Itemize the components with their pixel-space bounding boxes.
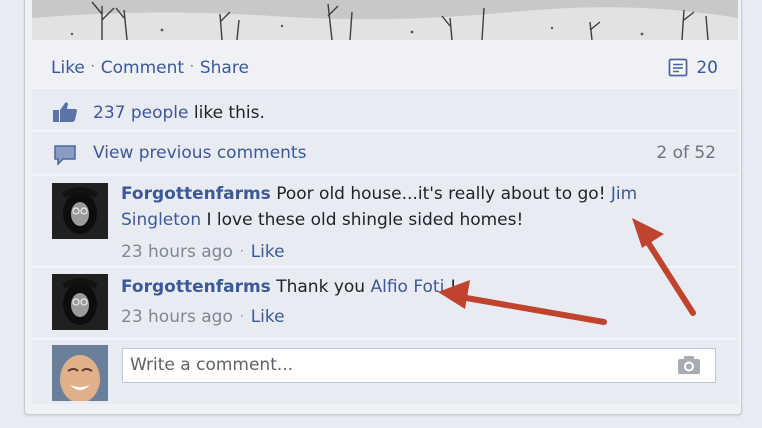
comment-input[interactable]: Write a comment... [122,348,716,383]
comment-like-link[interactable]: Like [251,307,285,327]
avatar-photo [52,183,108,239]
action-links: Like · Comment · Share [51,58,249,78]
avatar-photo [52,345,108,401]
share-link[interactable]: Share [200,58,249,78]
comment-like-link[interactable]: Like [251,242,285,262]
post-actions-bar: Like · Comment · Share 20 [32,44,738,91]
comment-text: Poor old house...it's really about to go… [270,184,611,204]
comment-composer: Write a comment... [32,340,738,404]
comment-input-placeholder: Write a comment... [130,355,294,375]
view-previous-comments-link[interactable]: View previous comments [93,143,306,163]
comment-body: Forgottenfarms Thank you Alfio Foti ! 23… [121,274,698,331]
post-photo[interactable] [32,0,738,40]
comment-item: Forgottenfarms Thank you Alfio Foti ! 23… [32,268,738,339]
comment-meta: 23 hours ago · Like [121,239,698,266]
likes-people-link[interactable]: 237 people [93,103,188,123]
comment-link[interactable]: Comment [101,58,184,78]
separator-dot: · [239,244,244,258]
comment-item: Forgottenfarms Poor old house...it's rea… [32,176,738,267]
likes-row: 237 people like this. [32,92,738,131]
comment-text: I love these old shingle sided homes! [201,210,524,230]
avatar[interactable] [52,183,108,239]
comment-count[interactable]: 20 [668,58,718,78]
comment-count-icon [668,58,688,77]
previous-comments-row: View previous comments 2 of 52 [32,132,738,175]
mention-link[interactable]: Alfio Foti [370,277,444,297]
comment-author[interactable]: Forgottenfarms [121,277,271,297]
comment-timestamp[interactable]: 23 hours ago [121,242,233,262]
speech-bubble-icon [54,145,76,166]
comment-text: ! [444,277,457,297]
separator-dot: · [90,59,95,73]
post-card: Like · Comment · Share 20 237 people like th… [24,0,742,415]
avatar[interactable] [52,274,108,330]
comment-text: Thank you [270,277,371,297]
comment-count-value: 20 [696,58,718,78]
likes-summary: 237 people like this. [93,103,265,123]
camera-icon[interactable] [677,355,701,375]
separator-dot: · [239,309,244,323]
thumbs-up-icon [53,102,77,122]
likes-suffix: like this. [188,103,265,123]
comment-timestamp[interactable]: 23 hours ago [121,307,233,327]
avatar-photo [52,274,108,330]
comment-meta: 23 hours ago · Like [121,304,698,331]
current-user-avatar[interactable] [52,345,108,401]
like-link[interactable]: Like [51,58,85,78]
comments-pagination: 2 of 52 [656,143,716,163]
separator-dot: · [190,59,194,73]
comment-body: Forgottenfarms Poor old house...it's rea… [121,181,698,266]
photo-landscape [32,0,738,40]
comment-author[interactable]: Forgottenfarms [121,184,271,204]
